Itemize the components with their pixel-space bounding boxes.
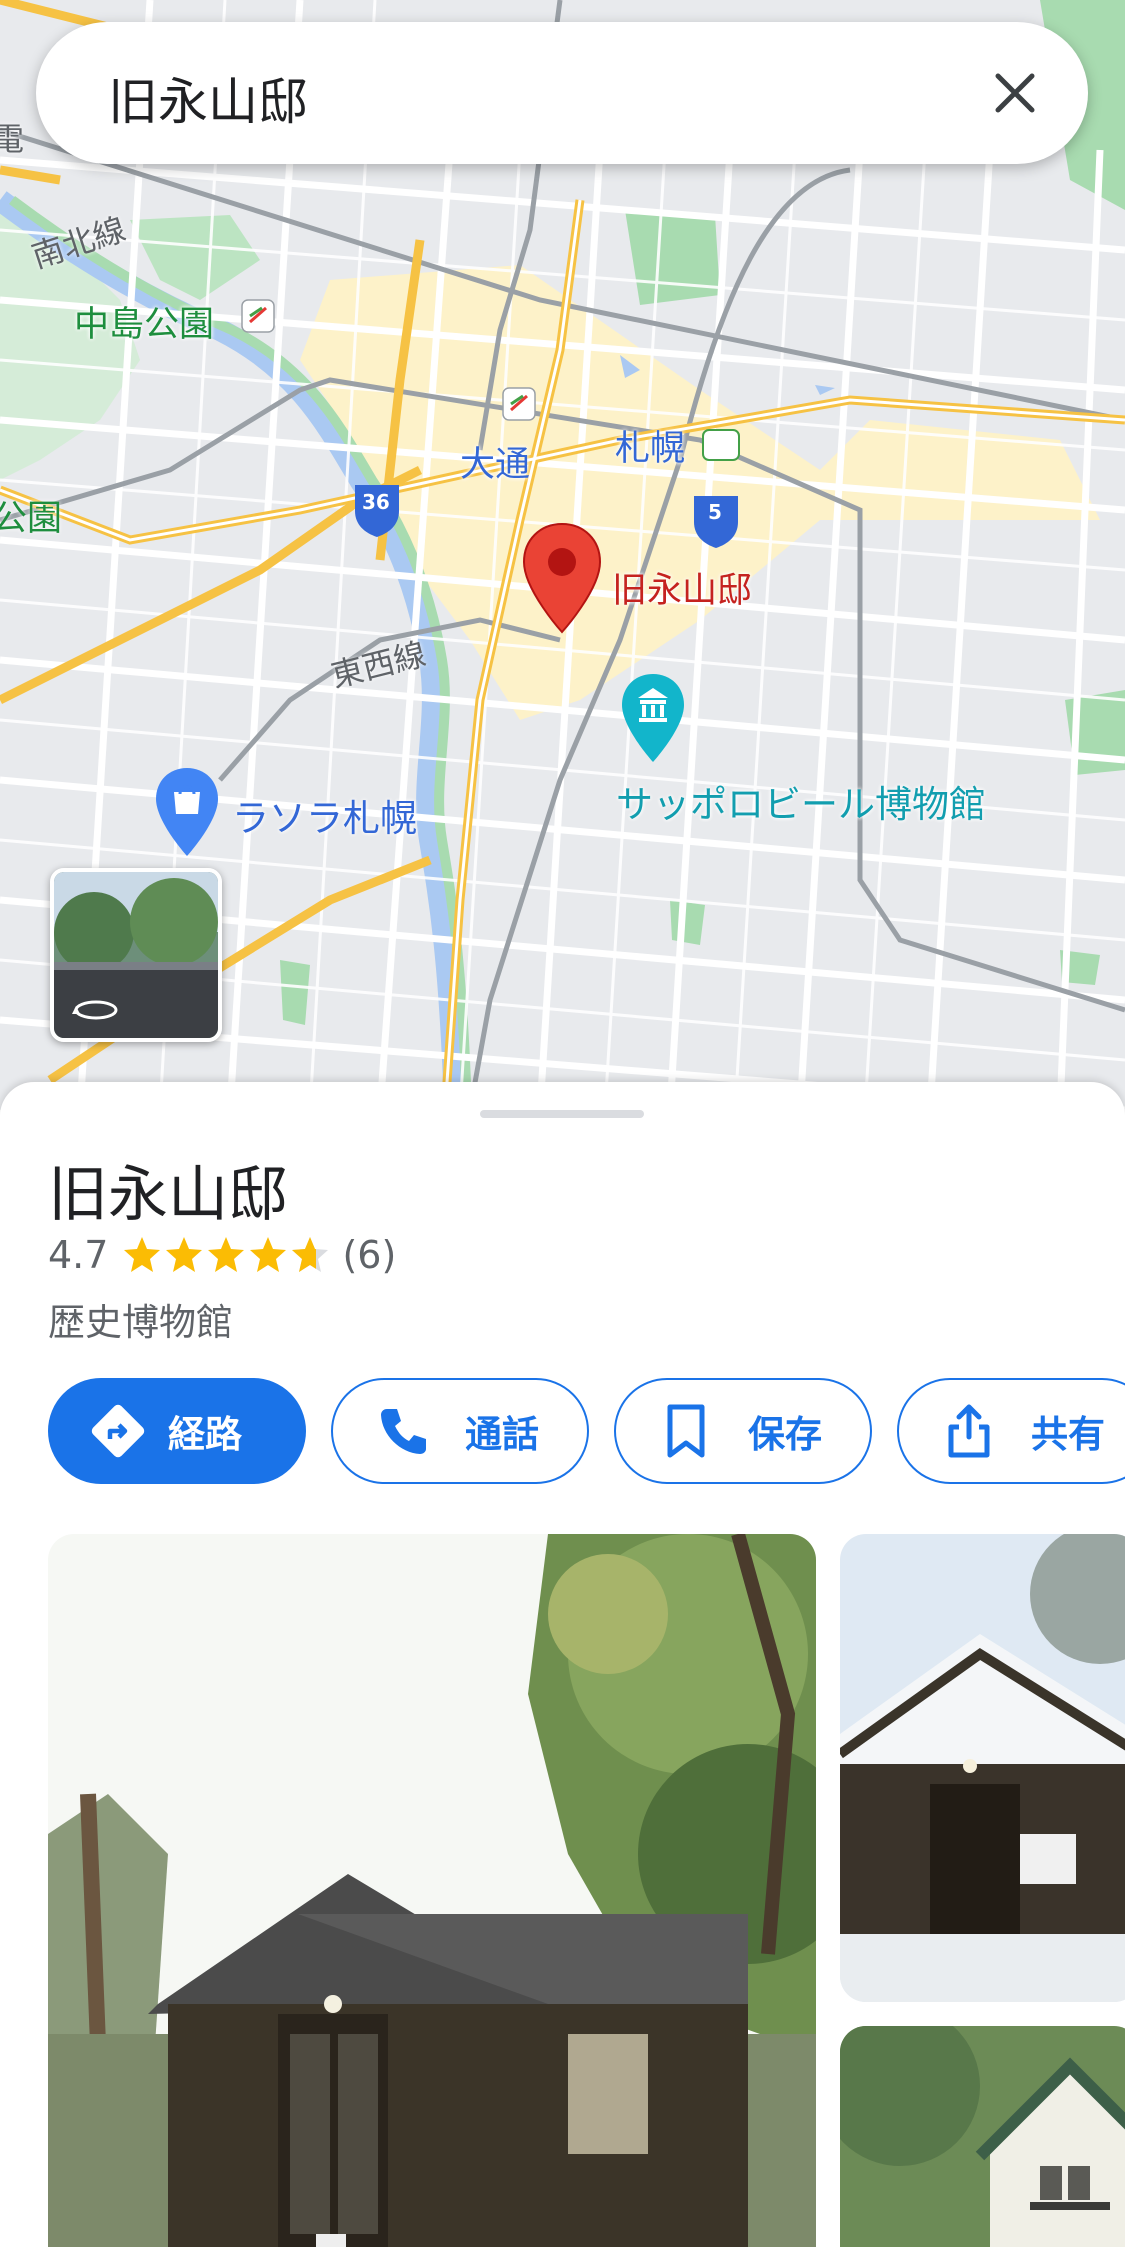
map-label-park-edge: 公園 (0, 499, 63, 539)
map-view[interactable]: 旧永山邸 中島公園 南北線 東西線 大通 札幌 ラソラ札幌 サッポロビール博物館… (0, 0, 1125, 1110)
share-label: 共有 (1031, 1413, 1105, 1456)
map-label-place[interactable]: 旧永山邸 (612, 562, 752, 613)
bookmark-icon (656, 1401, 716, 1461)
place-title: 旧永山邸 (48, 1160, 288, 1230)
place-category: 歴史博物館 (48, 1301, 233, 1344)
map-label-sapporo[interactable]: 札幌 (615, 420, 685, 471)
save-label: 保存 (748, 1413, 822, 1456)
search-input[interactable]: 旧永山邸 (108, 62, 308, 134)
directions-label: 経路 (168, 1413, 242, 1456)
photo-side-bottom[interactable] (840, 2026, 1125, 2247)
share-icon (939, 1401, 999, 1461)
place-pin-icon[interactable] (522, 522, 602, 634)
street-view-thumbnail[interactable] (50, 868, 222, 1042)
directions-button[interactable]: 経路 (48, 1378, 306, 1484)
museum-icon[interactable] (620, 672, 686, 764)
place-sheet[interactable]: 旧永山邸 4.7 (6) 歴史博物館 経路 通話 保存 共有 (0, 1082, 1125, 2247)
directions-icon (88, 1401, 148, 1461)
share-button[interactable]: 共有 (897, 1378, 1125, 1484)
call-button[interactable]: 通話 (331, 1378, 589, 1484)
rating-stars (124, 1237, 329, 1272)
phone-icon (373, 1401, 433, 1461)
rating-value: 4.7 (48, 1233, 109, 1277)
photo-main[interactable] (48, 1534, 816, 2247)
map-label-odori[interactable]: 大通 (460, 436, 530, 487)
map-label-nakajima-park[interactable]: 中島公園 (74, 296, 214, 347)
route-5-label: 5 (708, 500, 722, 524)
sheet-drag-handle-bar[interactable] (480, 1110, 644, 1118)
search-bar[interactable]: 旧永山邸 (36, 22, 1088, 164)
map-label-beer-museum[interactable]: サッポロビール博物館 (616, 774, 986, 828)
map-label-edge: 電 (0, 120, 25, 158)
call-label: 通話 (465, 1413, 539, 1456)
rating-row[interactable]: 4.7 (6) (48, 1232, 396, 1278)
route-36-label: 36 (362, 490, 390, 514)
save-button[interactable]: 保存 (614, 1378, 872, 1484)
photo-side-top[interactable] (840, 1534, 1125, 2002)
review-count[interactable]: (6) (342, 1233, 396, 1277)
shopping-bag-icon[interactable] (154, 766, 220, 858)
map-label-lasora[interactable]: ラソラ札幌 (232, 788, 417, 842)
close-icon[interactable] (980, 58, 1050, 128)
